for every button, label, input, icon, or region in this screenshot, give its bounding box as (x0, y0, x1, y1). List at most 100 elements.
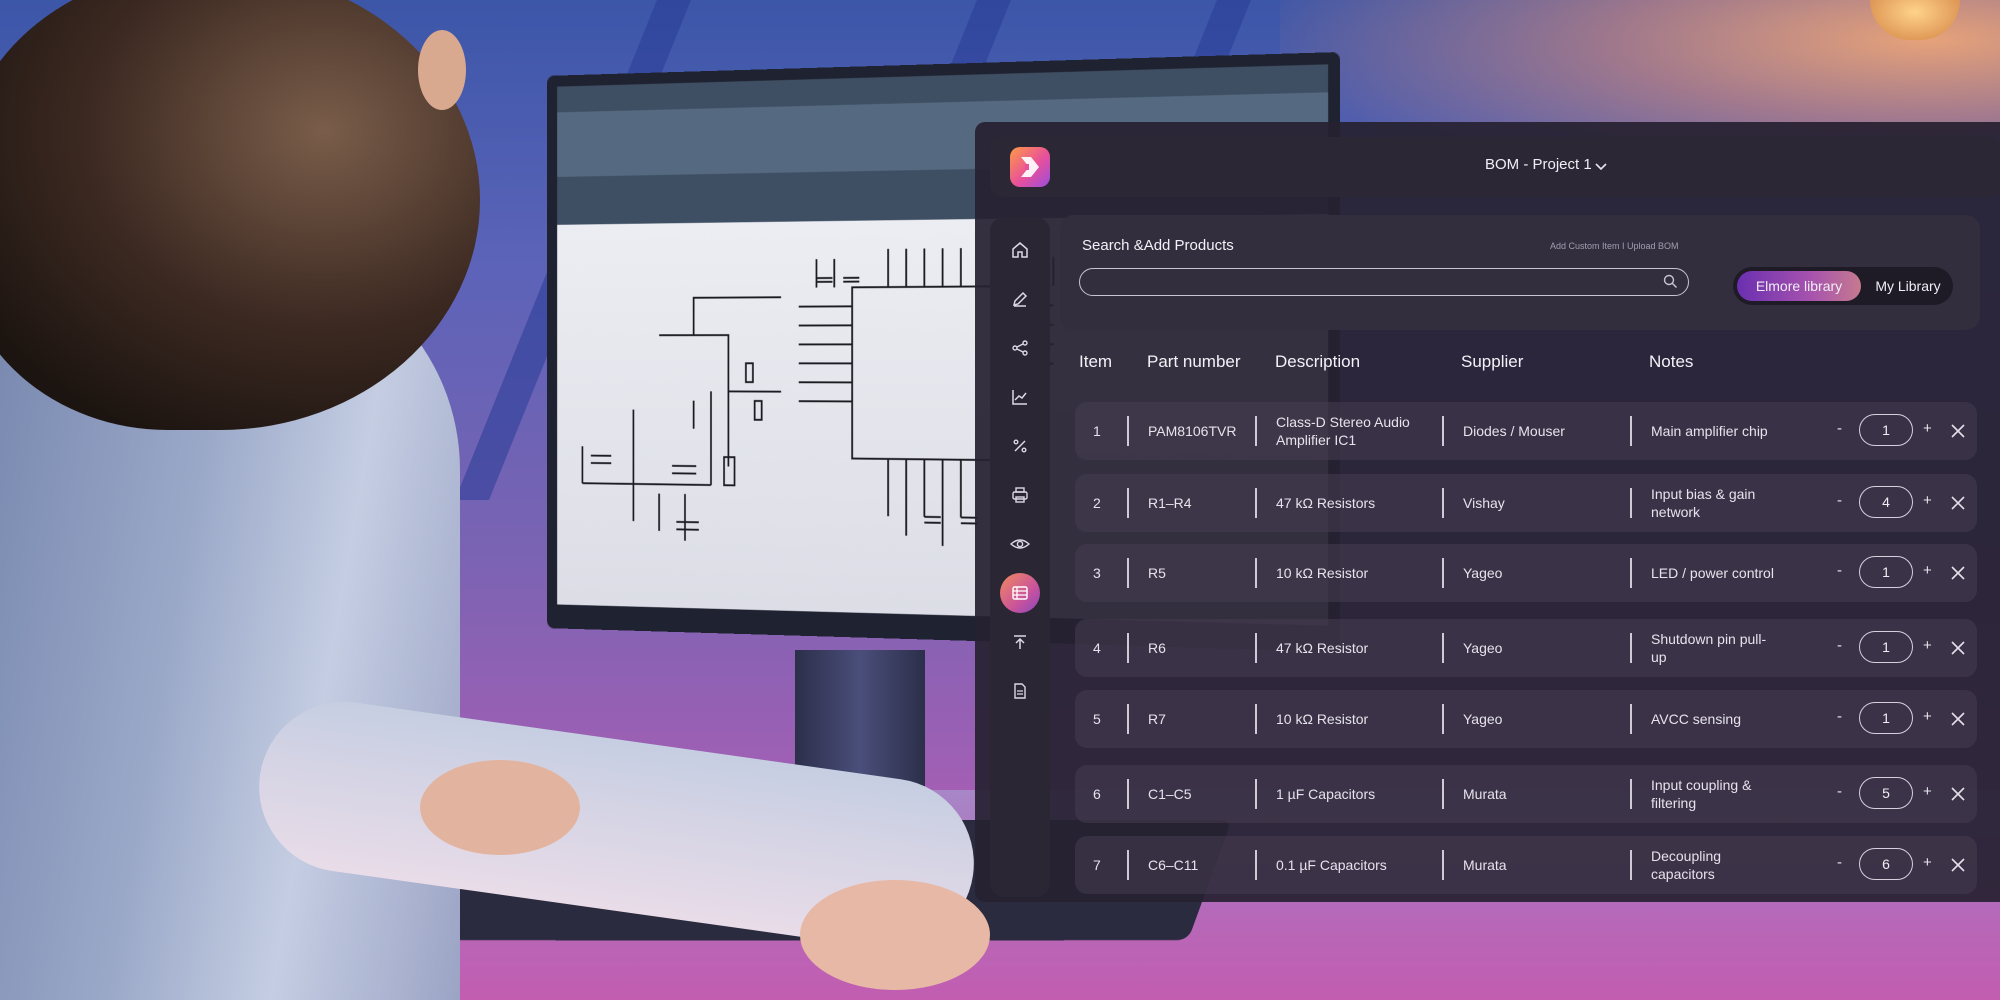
column-divider (1255, 488, 1257, 518)
project-title[interactable]: BOM - Project 1 (1485, 156, 1592, 173)
column-divider (1442, 416, 1444, 446)
cell-supplier: Murata (1463, 786, 1507, 802)
quantity-stepper[interactable]: 4 (1859, 486, 1913, 518)
app-logo-icon[interactable] (1010, 147, 1050, 187)
close-icon[interactable] (1949, 494, 1967, 512)
column-divider (1630, 488, 1632, 518)
sidebar-item-bom[interactable] (1000, 573, 1040, 613)
sidebar-item-analytics[interactable] (996, 373, 1044, 421)
column-divider (1442, 633, 1444, 663)
column-divider (1630, 704, 1632, 734)
cell-description: 47 kΩ Resistor (1276, 640, 1369, 656)
close-icon[interactable] (1949, 422, 1967, 440)
library-toggle: Elmore library My Library (1733, 267, 1953, 305)
sidebar-nav (990, 217, 1050, 897)
sidebar-item-home[interactable] (996, 226, 1044, 274)
quantity-stepper[interactable]: 1 (1859, 631, 1913, 663)
table-row[interactable]: 2 R1–R4 47 kΩ Resistors Vishay Input bia… (1075, 474, 1977, 532)
decrease-qty-button[interactable]: - (1837, 637, 1842, 654)
column-divider (1630, 416, 1632, 446)
sidebar-item-print[interactable] (996, 471, 1044, 519)
column-divider (1127, 850, 1129, 880)
document-icon (1014, 683, 1026, 699)
cell-item: 6 (1093, 786, 1101, 802)
increase-qty-button[interactable]: + (1923, 854, 1932, 871)
quantity-stepper[interactable]: 6 (1859, 848, 1913, 880)
elmore-library-tab[interactable]: Elmore library (1737, 271, 1861, 301)
add-custom-upload-links[interactable]: Add Custom Item I Upload BOM (1550, 241, 1679, 251)
sidebar-item-pricing[interactable] (996, 422, 1044, 470)
decrease-qty-button[interactable]: - (1837, 562, 1842, 579)
cell-notes: Input bias & gain network (1651, 486, 1756, 520)
close-icon[interactable] (1949, 856, 1967, 874)
person-hand (420, 760, 580, 855)
sidebar-item-edit[interactable] (996, 275, 1044, 323)
sidebar-item-share[interactable] (996, 324, 1044, 372)
cell-item: 4 (1093, 640, 1101, 656)
column-divider (1442, 558, 1444, 588)
share-nodes-icon (1012, 340, 1028, 356)
cell-supplier: Yageo (1463, 640, 1503, 656)
increase-qty-button[interactable]: + (1923, 637, 1932, 654)
column-divider (1630, 779, 1632, 809)
close-icon[interactable] (1949, 639, 1967, 657)
increase-qty-button[interactable]: + (1923, 562, 1932, 579)
sidebar-item-documents[interactable] (996, 667, 1044, 715)
my-library-tab[interactable]: My Library (1867, 271, 1949, 301)
quantity-stepper[interactable]: 1 (1859, 414, 1913, 446)
cell-description: 10 kΩ Resistor (1276, 711, 1369, 727)
column-divider (1255, 416, 1257, 446)
close-icon[interactable] (1949, 710, 1967, 728)
cell-notes: LED / power control (1651, 565, 1774, 581)
table-row[interactable]: 1 PAM8106TVR Class-D Stereo Audio Amplif… (1075, 402, 1977, 460)
cell-notes: Decoupling capacitors (1651, 848, 1722, 882)
cell-item: 2 (1093, 495, 1101, 511)
table-row[interactable]: 6 C1–C5 1 µF Capacitors Murata Input cou… (1075, 765, 1977, 823)
table-row[interactable]: 5 R7 10 kΩ Resistor Yageo AVCC sensing -… (1075, 690, 1977, 748)
search-icon[interactable] (1663, 274, 1678, 289)
cell-supplier: Diodes / Mouser (1463, 423, 1565, 439)
chevron-down-icon[interactable] (1593, 158, 1609, 174)
table-row[interactable]: 3 R5 10 kΩ Resistor Yageo LED / power co… (1075, 544, 1977, 602)
sidebar-item-preview[interactable] (996, 520, 1044, 568)
cell-description: Class-D Stereo Audio Amplifier IC1 (1276, 414, 1410, 448)
cell-supplier: Yageo (1463, 565, 1503, 581)
quantity-stepper[interactable]: 1 (1859, 702, 1913, 734)
column-header-part-number: Part number (1147, 352, 1241, 371)
close-icon[interactable] (1949, 564, 1967, 582)
decrease-qty-button[interactable]: - (1837, 854, 1842, 871)
upload-icon (1014, 635, 1026, 649)
column-divider (1442, 850, 1444, 880)
person-hand (800, 880, 990, 990)
decrease-qty-button[interactable]: - (1837, 783, 1842, 800)
quantity-stepper[interactable]: 5 (1859, 777, 1913, 809)
person-ear (418, 30, 466, 110)
table-row[interactable]: 4 R6 47 kΩ Resistor Yageo Shutdown pin p… (1075, 619, 1977, 677)
decrease-qty-button[interactable]: - (1837, 492, 1842, 509)
column-divider (1630, 558, 1632, 588)
column-header-notes: Notes (1649, 352, 1694, 371)
sidebar-item-export[interactable] (996, 618, 1044, 666)
decrease-qty-button[interactable]: - (1837, 708, 1842, 725)
decrease-qty-button[interactable]: - (1837, 420, 1842, 437)
increase-qty-button[interactable]: + (1923, 492, 1932, 509)
cell-part-number: R5 (1148, 565, 1166, 581)
column-divider (1630, 850, 1632, 880)
increase-qty-button[interactable]: + (1923, 783, 1932, 800)
increase-qty-button[interactable]: + (1923, 420, 1932, 437)
column-divider (1127, 633, 1129, 663)
cell-description: 0.1 µF Capacitors (1276, 857, 1387, 873)
column-header-description: Description (1275, 352, 1361, 371)
quantity-stepper[interactable]: 1 (1859, 556, 1913, 588)
increase-qty-button[interactable]: + (1923, 708, 1932, 725)
column-divider (1255, 850, 1257, 880)
search-box[interactable] (1079, 268, 1689, 296)
cell-part-number: C6–C11 (1148, 857, 1199, 873)
column-divider (1255, 558, 1257, 588)
table-row[interactable]: 7 C6–C11 0.1 µF Capacitors Murata Decoup… (1075, 836, 1977, 894)
cell-description: 47 kΩ Resistors (1276, 495, 1376, 511)
cell-part-number: R7 (1148, 711, 1166, 727)
search-input[interactable] (1090, 271, 1654, 293)
close-icon[interactable] (1949, 785, 1967, 803)
column-divider (1255, 704, 1257, 734)
